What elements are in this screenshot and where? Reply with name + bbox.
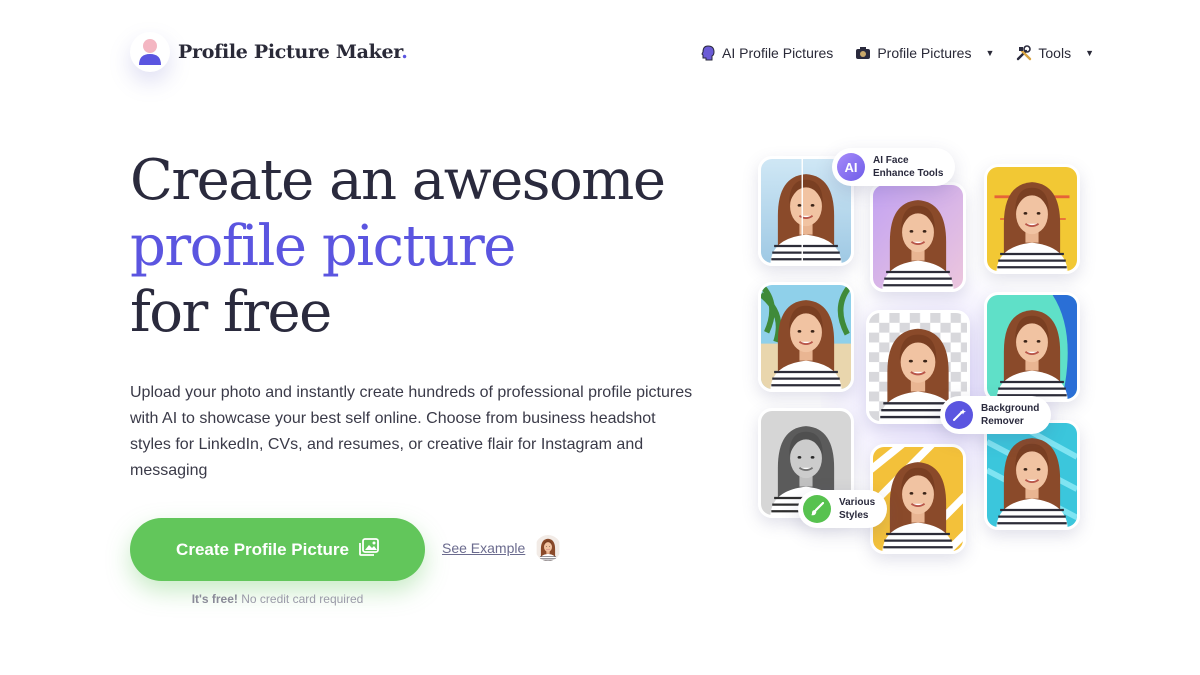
see-example: See Example <box>442 535 561 561</box>
tools-icon <box>1016 45 1032 61</box>
ai-face-enhance-chip: AI AI Face Enhance Tools <box>832 148 956 186</box>
free-note: It's free! No credit card required <box>191 592 364 606</box>
photo-tile-beach <box>758 282 854 392</box>
magic-wand-icon <box>945 401 973 429</box>
image-icon <box>359 538 379 561</box>
nav-tools[interactable]: Tools ▼ <box>1016 45 1094 61</box>
photo-tile-cyan <box>984 420 1080 530</box>
nav-label: AI Profile Pictures <box>722 45 834 61</box>
logo[interactable]: Profile Picture Maker. <box>130 32 408 72</box>
create-profile-picture-button[interactable]: Create Profile Picture <box>130 518 425 581</box>
chevron-down-icon: ▼ <box>985 48 995 58</box>
hero-description: Upload your photo and instantly create h… <box>130 384 693 479</box>
various-styles-chip: Various Styles <box>798 490 888 528</box>
hero-headline: Create an awesome profile picture for fr… <box>130 148 666 346</box>
headline-line-3: for free <box>130 280 332 345</box>
nav-ai-profile-pictures[interactable]: AI Profile Pictures <box>700 45 833 61</box>
cta-label: Create Profile Picture <box>176 539 349 559</box>
photo-tile-yellow <box>984 164 1080 274</box>
profile-collage: AI AI Face Enhance Tools Background Remove… <box>740 140 1100 580</box>
nav-label: Tools <box>1038 45 1072 61</box>
headline-line-1: Create an awesome <box>130 148 666 213</box>
paintbrush-icon <box>803 495 831 523</box>
logo-avatar-icon <box>130 32 170 72</box>
background-remover-chip: Background Remover <box>940 396 1052 434</box>
photo-tile-teal-blue <box>984 292 1080 402</box>
nav-label: Profile Pictures <box>877 45 972 61</box>
camera-icon <box>855 45 871 61</box>
chevron-down-icon: ▼ <box>1085 48 1094 58</box>
example-avatar[interactable] <box>535 535 561 561</box>
chip-label: AI Face Enhance Tools <box>873 155 944 179</box>
photo-tile-purple <box>870 182 966 292</box>
ai-icon: AI <box>837 153 865 181</box>
nav-profile-pictures[interactable]: Profile Pictures ▼ <box>855 45 994 61</box>
headline-line-2: profile picture <box>130 214 516 279</box>
chip-label: Various Styles <box>839 497 876 521</box>
see-example-link[interactable]: See Example <box>442 540 525 556</box>
chip-label: Background Remover <box>981 403 1040 427</box>
main-nav: AI Profile Pictures Profile Pictures ▼ T… <box>700 45 1094 61</box>
ai-head-icon <box>700 45 716 61</box>
brand-name: Profile Picture Maker. <box>178 41 408 63</box>
